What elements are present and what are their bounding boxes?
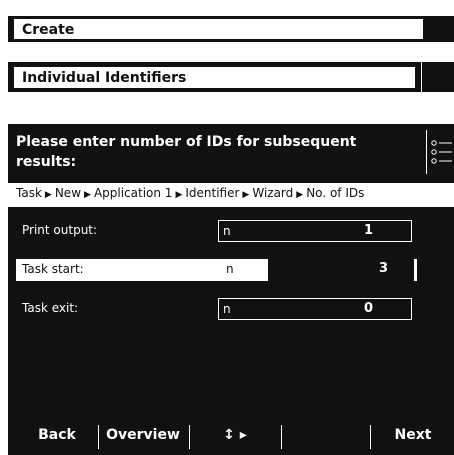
next-button[interactable]: Next [372, 415, 454, 455]
back-button[interactable]: Back [22, 415, 92, 455]
field-label: Print output: [22, 223, 98, 237]
breadcrumb-item: Wizard [252, 186, 294, 200]
softkey-divider [370, 425, 371, 449]
breadcrumb-separator-icon: ▶ [242, 190, 250, 200]
softkey-divider [98, 425, 99, 449]
breadcrumb-separator-icon: ▶ [296, 190, 304, 200]
navigate-button[interactable]: ↕ ▸ [191, 415, 279, 455]
unit-label: n [226, 262, 234, 276]
task-start-input[interactable]: 3 [268, 259, 414, 281]
overview-button[interactable]: Overview [100, 415, 186, 455]
breadcrumb-item: New [54, 186, 82, 200]
breadcrumb-item: No. of IDs [306, 186, 365, 200]
subtitle-divider [421, 62, 422, 92]
unit-label: n [223, 224, 231, 238]
title-bar-label: Create [12, 17, 425, 41]
field-label: Task start: [22, 262, 84, 276]
breadcrumb-item: Task [16, 186, 42, 200]
breadcrumb-separator-icon: ▶ [175, 190, 183, 200]
breadcrumb-separator-icon: ▶ [84, 190, 91, 200]
softkey-bar: Back Overview ↕ ▸ Next [8, 415, 454, 455]
print-output-input[interactable]: n 1 [218, 220, 412, 242]
list-menu-icon[interactable] [426, 130, 454, 174]
subtitle-bar-label: Individual Identifiers [12, 65, 417, 90]
breadcrumb-separator-icon: ▶ [44, 190, 52, 200]
breadcrumb-item: Identifier [185, 186, 240, 200]
field-row-print-output[interactable]: Print output: n 1 [8, 220, 454, 244]
subtitle-bar: Individual Identifiers [8, 62, 454, 92]
field-row-task-start[interactable]: Task start: n 3 [16, 259, 417, 281]
task-exit-input[interactable]: n 0 [218, 298, 412, 320]
unit-label: n [223, 302, 231, 316]
softkey-divider [189, 425, 190, 449]
title-bar: Create [8, 16, 454, 42]
field-value: 1 [363, 223, 373, 238]
prompt-text: Please enter number of IDs for subsequen… [16, 134, 357, 170]
breadcrumb-item: Application 1 [93, 186, 173, 200]
field-value: 0 [363, 301, 373, 316]
input-panel: Please enter number of IDs for subsequen… [8, 124, 454, 455]
empty-softkey [283, 415, 367, 455]
field-label: Task exit: [22, 301, 79, 315]
field-value: 3 [378, 261, 388, 276]
field-row-task-exit[interactable]: Task exit: n 0 [8, 298, 454, 322]
breadcrumb: Task ▶ New ▶ Application 1 ▶ Identifier ▶ Wizard… [8, 183, 454, 207]
softkey-divider [281, 425, 282, 449]
